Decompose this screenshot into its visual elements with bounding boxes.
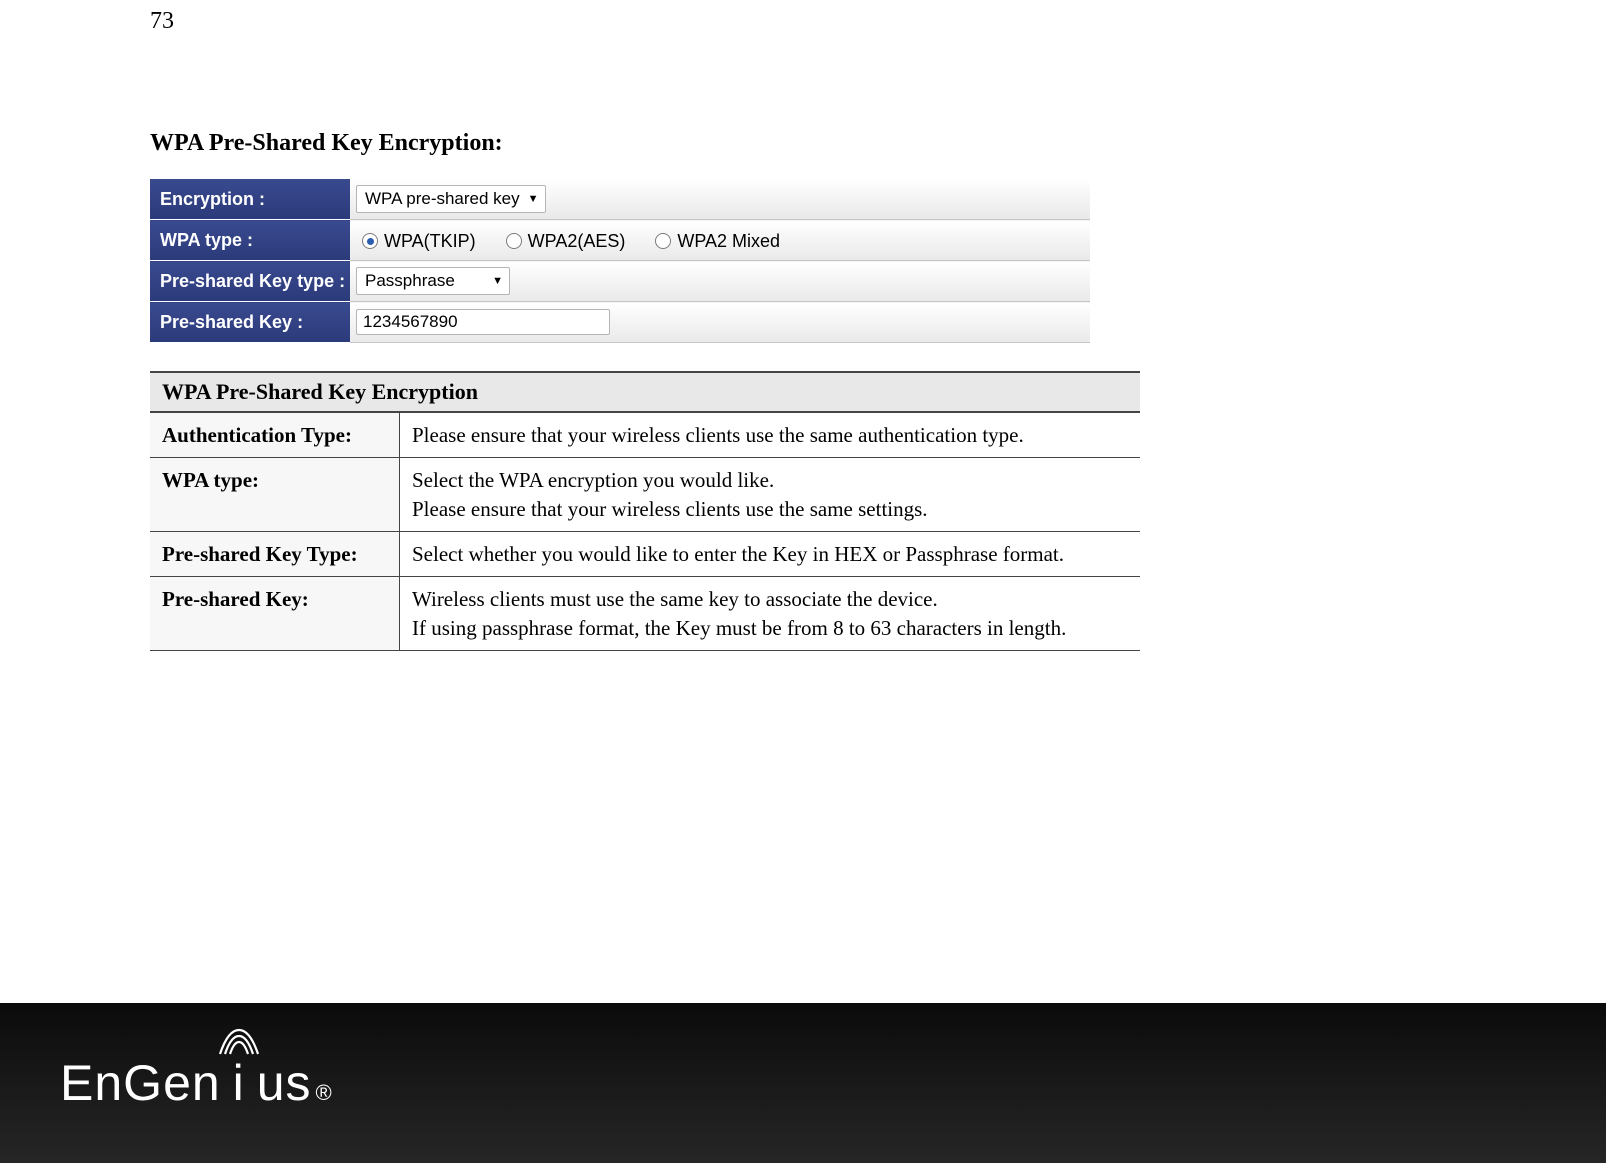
desc-val: Wireless clients must use the same key t… bbox=[400, 577, 1141, 651]
desc-val: Please ensure that your wireless clients… bbox=[400, 412, 1141, 458]
page-number: 73 bbox=[150, 8, 174, 35]
desc-header: WPA Pre-Shared Key Encryption bbox=[150, 372, 1140, 412]
row-psk-type: Pre-shared Key type : Passphrase ▼ bbox=[150, 261, 1090, 302]
brand-text-i: i bbox=[221, 1054, 257, 1112]
brand-logo: EnGen ius® bbox=[60, 1054, 333, 1112]
encryption-select[interactable]: WPA pre-shared key ▼ bbox=[356, 185, 546, 213]
radio-wpa2-mixed[interactable]: WPA2 Mixed bbox=[655, 231, 780, 252]
row-psk: Pre-shared Key : 1234567890 bbox=[150, 302, 1090, 343]
chevron-down-icon: ▼ bbox=[528, 193, 539, 205]
row-wpa-type: WPA type : WPA(TKIP) WPA2(AES) bbox=[150, 220, 1090, 261]
desc-row: Authentication Type: Please ensure that … bbox=[150, 412, 1140, 458]
registered-icon: ® bbox=[316, 1080, 333, 1106]
desc-val: Select the WPA encryption you would like… bbox=[400, 458, 1141, 532]
radio-wpa-tkip[interactable]: WPA(TKIP) bbox=[362, 231, 476, 252]
psk-type-select[interactable]: Passphrase ▼ bbox=[356, 267, 510, 295]
desc-row: WPA type: Select the WPA encryption you … bbox=[150, 458, 1140, 532]
label-psk-type: Pre-shared Key type : bbox=[150, 261, 350, 302]
brand-text-en2: en bbox=[163, 1054, 221, 1112]
desc-key: Pre-shared Key Type: bbox=[150, 532, 400, 577]
desc-val: Select whether you would like to enter t… bbox=[400, 532, 1141, 577]
desc-key: WPA type: bbox=[150, 458, 400, 532]
brand-text-g: G bbox=[123, 1054, 163, 1112]
config-table: Encryption : WPA pre-shared key ▼ WPA ty… bbox=[150, 179, 1090, 343]
page: 73 WPA Pre-Shared Key Encryption: Encryp… bbox=[0, 0, 1606, 1163]
content-area: WPA Pre-Shared Key Encryption: Encryptio… bbox=[150, 130, 1150, 651]
section-title: WPA Pre-Shared Key Encryption: bbox=[150, 130, 1150, 157]
radio-label: WPA(TKIP) bbox=[384, 231, 476, 252]
desc-row: Pre-shared Key Type: Select whether you … bbox=[150, 532, 1140, 577]
footer: EnGen ius® bbox=[0, 1003, 1606, 1163]
desc-row: Pre-shared Key: Wireless clients must us… bbox=[150, 577, 1140, 651]
label-psk: Pre-shared Key : bbox=[150, 302, 350, 343]
label-encryption: Encryption : bbox=[150, 179, 350, 220]
label-wpa-type: WPA type : bbox=[150, 220, 350, 261]
radio-wpa2-aes[interactable]: WPA2(AES) bbox=[506, 231, 626, 252]
radio-icon bbox=[655, 233, 671, 249]
brand-text-us: us bbox=[257, 1054, 312, 1112]
radio-label: WPA2 Mixed bbox=[677, 231, 780, 252]
antenna-icon bbox=[218, 1026, 260, 1056]
row-encryption: Encryption : WPA pre-shared key ▼ bbox=[150, 179, 1090, 220]
wpa-type-radio-group: WPA(TKIP) WPA2(AES) WPA2 Mixed bbox=[362, 231, 780, 252]
chevron-down-icon: ▼ bbox=[492, 275, 503, 287]
psk-type-select-value: Passphrase bbox=[365, 271, 455, 291]
description-table: WPA Pre-Shared Key Encryption Authentica… bbox=[150, 371, 1140, 651]
encryption-select-value: WPA pre-shared key bbox=[365, 189, 520, 209]
radio-icon bbox=[362, 233, 378, 249]
desc-key: Pre-shared Key: bbox=[150, 577, 400, 651]
radio-label: WPA2(AES) bbox=[528, 231, 626, 252]
desc-key: Authentication Type: bbox=[150, 412, 400, 458]
brand-text-en: En bbox=[60, 1054, 123, 1112]
psk-input[interactable]: 1234567890 bbox=[356, 309, 610, 335]
radio-icon bbox=[506, 233, 522, 249]
